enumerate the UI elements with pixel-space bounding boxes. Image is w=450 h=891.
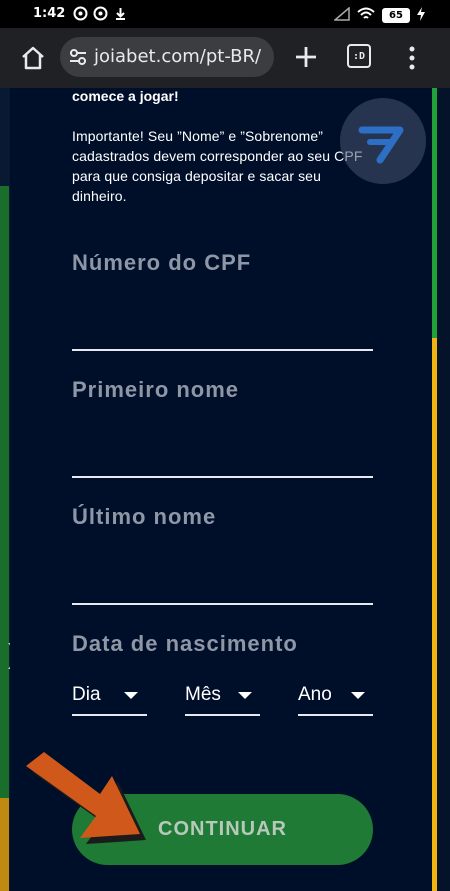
signal-icon bbox=[332, 6, 350, 25]
first-name-input[interactable] bbox=[72, 476, 373, 478]
site-settings-icon[interactable] bbox=[68, 47, 88, 67]
dob-label: Data de nascimento bbox=[72, 631, 298, 656]
last-name-input[interactable] bbox=[72, 603, 373, 605]
home-icon[interactable] bbox=[18, 43, 48, 73]
download-icon bbox=[113, 6, 128, 21]
charging-icon bbox=[417, 6, 425, 25]
address-bar[interactable]: joiabet.com/pt-BR/ bbox=[60, 37, 274, 77]
more-menu-icon[interactable] bbox=[400, 44, 424, 72]
cpf-label: Número do CPF bbox=[72, 250, 252, 275]
day-underline bbox=[72, 714, 147, 716]
new-tab-icon[interactable] bbox=[292, 43, 320, 71]
year-select[interactable]: Ano bbox=[298, 676, 373, 716]
background-band bbox=[437, 88, 450, 891]
last-name-label: Último nome bbox=[72, 504, 217, 529]
notification-icons bbox=[73, 6, 128, 21]
floating-logo-button[interactable] bbox=[340, 98, 426, 184]
app-notification-icon bbox=[73, 6, 88, 21]
chevron-down-icon bbox=[351, 692, 365, 699]
important-note: Importante! Seu ”Nome” e ”Sobrenome” cad… bbox=[72, 128, 363, 204]
battery-icon: 65 bbox=[382, 8, 410, 23]
status-bar: 1:42 65 bbox=[0, 0, 450, 28]
tab-switcher-button[interactable]: :D bbox=[347, 44, 371, 68]
year-select-value: Ano bbox=[298, 684, 332, 705]
month-select-value: Mês bbox=[185, 684, 221, 705]
chevron-down-icon bbox=[238, 692, 252, 699]
app-notification-icon bbox=[93, 6, 108, 21]
annotation-arrow-icon bbox=[26, 752, 146, 844]
chevron-down-icon bbox=[124, 692, 138, 699]
continue-button-label: CONTINUAR bbox=[158, 818, 287, 840]
month-select[interactable]: Mês bbox=[185, 676, 260, 716]
first-name-label: Primeiro nome bbox=[72, 377, 240, 402]
day-select[interactable]: Dia bbox=[72, 676, 147, 716]
url-text[interactable]: joiabet.com/pt-BR/ bbox=[94, 46, 261, 67]
brand-logo-icon bbox=[358, 126, 404, 164]
system-icons: 65 bbox=[332, 6, 425, 25]
background-stripe bbox=[0, 186, 9, 806]
battery-level: 65 bbox=[389, 10, 403, 21]
day-select-value: Dia bbox=[72, 684, 101, 705]
status-time: 1:42 bbox=[33, 6, 66, 21]
cpf-input[interactable] bbox=[72, 349, 373, 351]
month-underline bbox=[185, 714, 260, 716]
web-page: ) comece a jogar! Importante! Seu ”Nome”… bbox=[0, 88, 450, 891]
year-underline bbox=[298, 714, 373, 716]
wifi-icon bbox=[357, 6, 375, 25]
browser-toolbar: joiabet.com/pt-BR/ :D bbox=[0, 28, 450, 88]
background-stripe bbox=[0, 798, 9, 891]
